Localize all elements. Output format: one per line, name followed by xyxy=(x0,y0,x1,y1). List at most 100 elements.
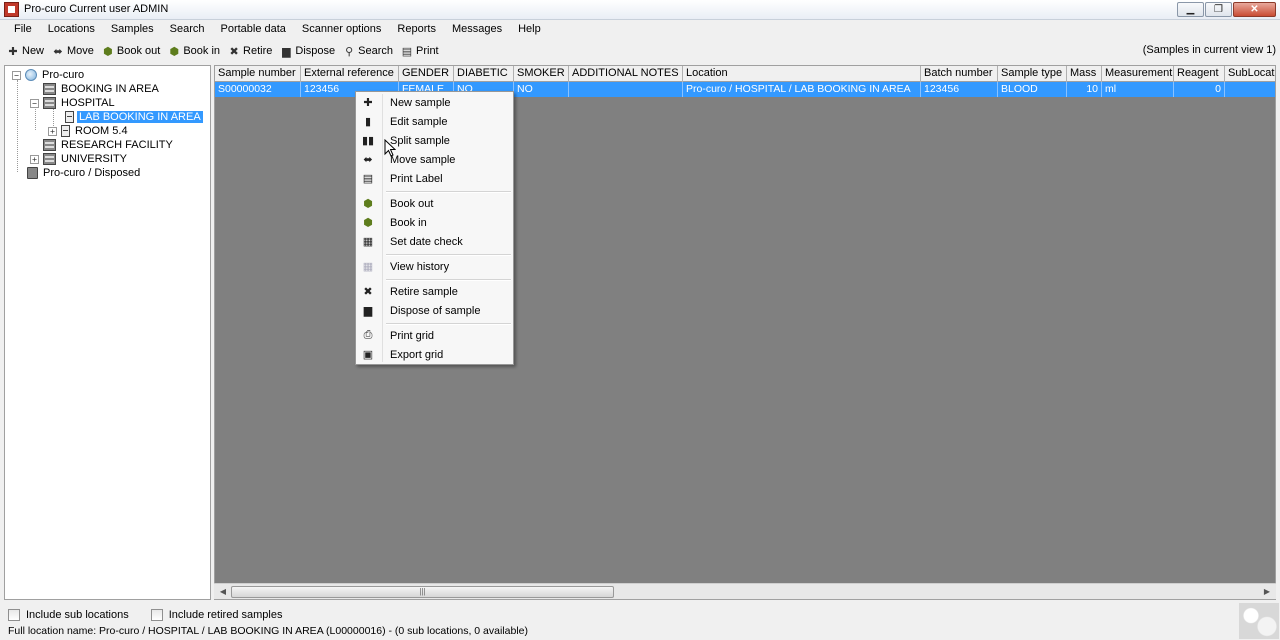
column-header-diabetic[interactable]: DIABETIC xyxy=(454,66,514,82)
column-header-measurement[interactable]: Measurement xyxy=(1102,66,1174,82)
cell-location: Pro-curo / HOSPITAL / LAB BOOKING IN ARE… xyxy=(683,82,921,97)
book-out-button[interactable]: ⬢ Book out xyxy=(98,41,164,61)
expand-toggle-icon[interactable]: + xyxy=(48,126,57,136)
context-menu-set-date-check[interactable]: ▦ Set date check xyxy=(358,232,513,251)
edit-tube-icon: ▮ xyxy=(364,116,372,128)
app-logo-icon xyxy=(4,2,19,17)
menu-separator xyxy=(386,279,511,281)
close-button[interactable]: ✕ xyxy=(1233,2,1276,17)
context-menu-book-in[interactable]: ⬢ Book in xyxy=(358,213,513,232)
scroll-left-icon[interactable]: ◀ xyxy=(215,585,231,599)
mouse-pointer-icon xyxy=(384,139,396,157)
cell-sample-type: BLOOD xyxy=(998,82,1067,97)
column-header-smoker[interactable]: SMOKER xyxy=(514,66,569,82)
dispose-button[interactable]: ▆ Dispose xyxy=(276,41,339,61)
context-menu-retire-sample[interactable]: ✖ Retire sample xyxy=(358,282,513,301)
column-header-external-reference[interactable]: External reference xyxy=(301,66,399,82)
menu-item-label: Dispose of sample xyxy=(390,304,481,317)
maximize-button[interactable]: ❐ xyxy=(1205,2,1232,17)
minimize-button[interactable]: ▁ xyxy=(1177,2,1204,17)
context-menu-export-grid[interactable]: ▣ Export grid xyxy=(358,345,513,364)
book-out-button-label: Book out xyxy=(116,45,161,57)
scroll-right-icon[interactable]: ▶ xyxy=(1259,585,1275,599)
include-sub-locations-checkbox[interactable] xyxy=(8,609,20,621)
include-retired-samples-option[interactable]: Include retired samples xyxy=(150,609,282,621)
view-status-text: (Samples in current view 1) xyxy=(1142,44,1276,56)
context-menu-split-sample[interactable]: ▮▮ Split sample xyxy=(358,131,513,150)
scroll-thumb[interactable]: ||| xyxy=(231,586,614,598)
building-icon xyxy=(43,97,56,109)
column-header-mass[interactable]: Mass xyxy=(1067,66,1102,82)
tree-node-lab-booking-in-area[interactable]: LAB BOOKING IN AREA xyxy=(65,110,203,124)
tree-node-disposed[interactable]: Pro-curo / Disposed xyxy=(27,166,142,180)
tree-node-label: LAB BOOKING IN AREA xyxy=(77,111,203,123)
location-tree[interactable]: − Pro-curo BOOKING IN AREA − HOSPITAL LA… xyxy=(4,65,211,600)
column-header-additional-notes[interactable]: ADDITIONAL NOTES xyxy=(569,66,683,82)
menu-locations[interactable]: Locations xyxy=(40,20,103,39)
context-menu-edit-sample[interactable]: ▮ Edit sample xyxy=(358,112,513,131)
retire-button[interactable]: ✖ Retire xyxy=(224,41,276,61)
tree-node-pro-curo[interactable]: − Pro-curo xyxy=(12,68,86,82)
window-controls: ▁ ❐ ✕ xyxy=(1177,2,1276,17)
menu-search[interactable]: Search xyxy=(162,20,213,39)
x-icon: ✖ xyxy=(229,45,239,58)
cell-sublocation xyxy=(1225,82,1275,97)
tree-node-university[interactable]: + UNIVERSITY xyxy=(30,152,129,166)
column-header-sample-number[interactable]: Sample number xyxy=(215,66,301,82)
menu-file[interactable]: File xyxy=(6,20,40,39)
menu-item-label: Print Label xyxy=(390,172,443,185)
include-sub-locations-label: Include sub locations xyxy=(26,609,129,621)
tree-node-room-5-4[interactable]: + ROOM 5.4 xyxy=(48,124,130,138)
menu-help[interactable]: Help xyxy=(510,20,549,39)
context-menu-move-sample[interactable]: ⬌ Move sample xyxy=(358,150,513,169)
column-header-batch-number[interactable]: Batch number xyxy=(921,66,998,82)
bin-icon xyxy=(27,167,38,179)
expand-toggle-icon[interactable]: + xyxy=(30,154,39,164)
menu-item-label: Set date check xyxy=(390,235,463,248)
menu-bar: File Locations Samples Search Portable d… xyxy=(0,20,1280,39)
x-icon: ✖ xyxy=(363,286,373,298)
retire-button-label: Retire xyxy=(243,45,273,57)
tree-node-research-facility[interactable]: RESEARCH FACILITY xyxy=(43,138,175,152)
menu-separator xyxy=(386,254,511,256)
context-menu-book-out[interactable]: ⬢ Book out xyxy=(358,194,513,213)
grid-header: Sample number External reference GENDER … xyxy=(215,66,1275,82)
menu-messages[interactable]: Messages xyxy=(444,20,510,39)
split-tubes-icon: ▮▮ xyxy=(361,135,375,147)
cell-sample-number: S00000032 xyxy=(215,82,301,97)
tree-node-label: HOSPITAL xyxy=(61,97,115,109)
book-in-button[interactable]: ⬢ Book in xyxy=(164,41,224,61)
globe-icon xyxy=(25,69,37,81)
column-header-gender[interactable]: GENDER xyxy=(399,66,454,82)
column-header-reagent[interactable]: Reagent xyxy=(1174,66,1225,82)
window-title: Pro-curo Current user ADMIN xyxy=(24,3,169,15)
collapse-toggle-icon[interactable]: − xyxy=(12,70,21,80)
horizontal-scrollbar[interactable]: ◀ ||| ▶ xyxy=(214,583,1276,599)
menu-scanner-options[interactable]: Scanner options xyxy=(294,20,390,39)
collapse-toggle-icon[interactable]: − xyxy=(30,98,39,108)
context-menu-view-history[interactable]: ▦ View history xyxy=(358,257,513,276)
grid-options: Include sub locations Include retired sa… xyxy=(8,607,304,623)
column-header-location[interactable]: Location xyxy=(683,66,921,82)
include-sub-locations-option[interactable]: Include sub locations xyxy=(8,609,129,621)
move-button[interactable]: ⬌ Move xyxy=(48,41,98,61)
cell-measurement: ml xyxy=(1102,82,1174,97)
context-menu-print-label[interactable]: ▤ Print Label xyxy=(358,169,513,188)
context-menu-print-grid[interactable]: ⎙ Print grid xyxy=(358,326,513,345)
menu-reports[interactable]: Reports xyxy=(389,20,444,39)
column-header-sample-type[interactable]: Sample type xyxy=(998,66,1067,82)
context-menu-dispose-of-sample[interactable]: ▆ Dispose of sample xyxy=(358,301,513,320)
menu-item-label: Edit sample xyxy=(390,115,448,128)
context-menu: ✚ New sample ▮ Edit sample ▮▮ Split sample … xyxy=(355,91,514,365)
menu-samples[interactable]: Samples xyxy=(103,20,162,39)
search-button[interactable]: ⚲ Search xyxy=(339,41,397,61)
new-button[interactable]: ✚ New xyxy=(3,41,48,61)
include-retired-samples-checkbox[interactable] xyxy=(150,609,163,621)
move-arrows-icon: ⬌ xyxy=(363,154,373,166)
column-header-sublocation[interactable]: SubLocat xyxy=(1225,66,1275,82)
tree-node-hospital[interactable]: − HOSPITAL xyxy=(30,96,117,110)
menu-portable-data[interactable]: Portable data xyxy=(212,20,293,39)
context-menu-new-sample[interactable]: ✚ New sample xyxy=(358,93,513,112)
tree-node-booking-in-area[interactable]: BOOKING IN AREA xyxy=(43,82,161,96)
print-button[interactable]: ▤ Print xyxy=(397,41,443,61)
